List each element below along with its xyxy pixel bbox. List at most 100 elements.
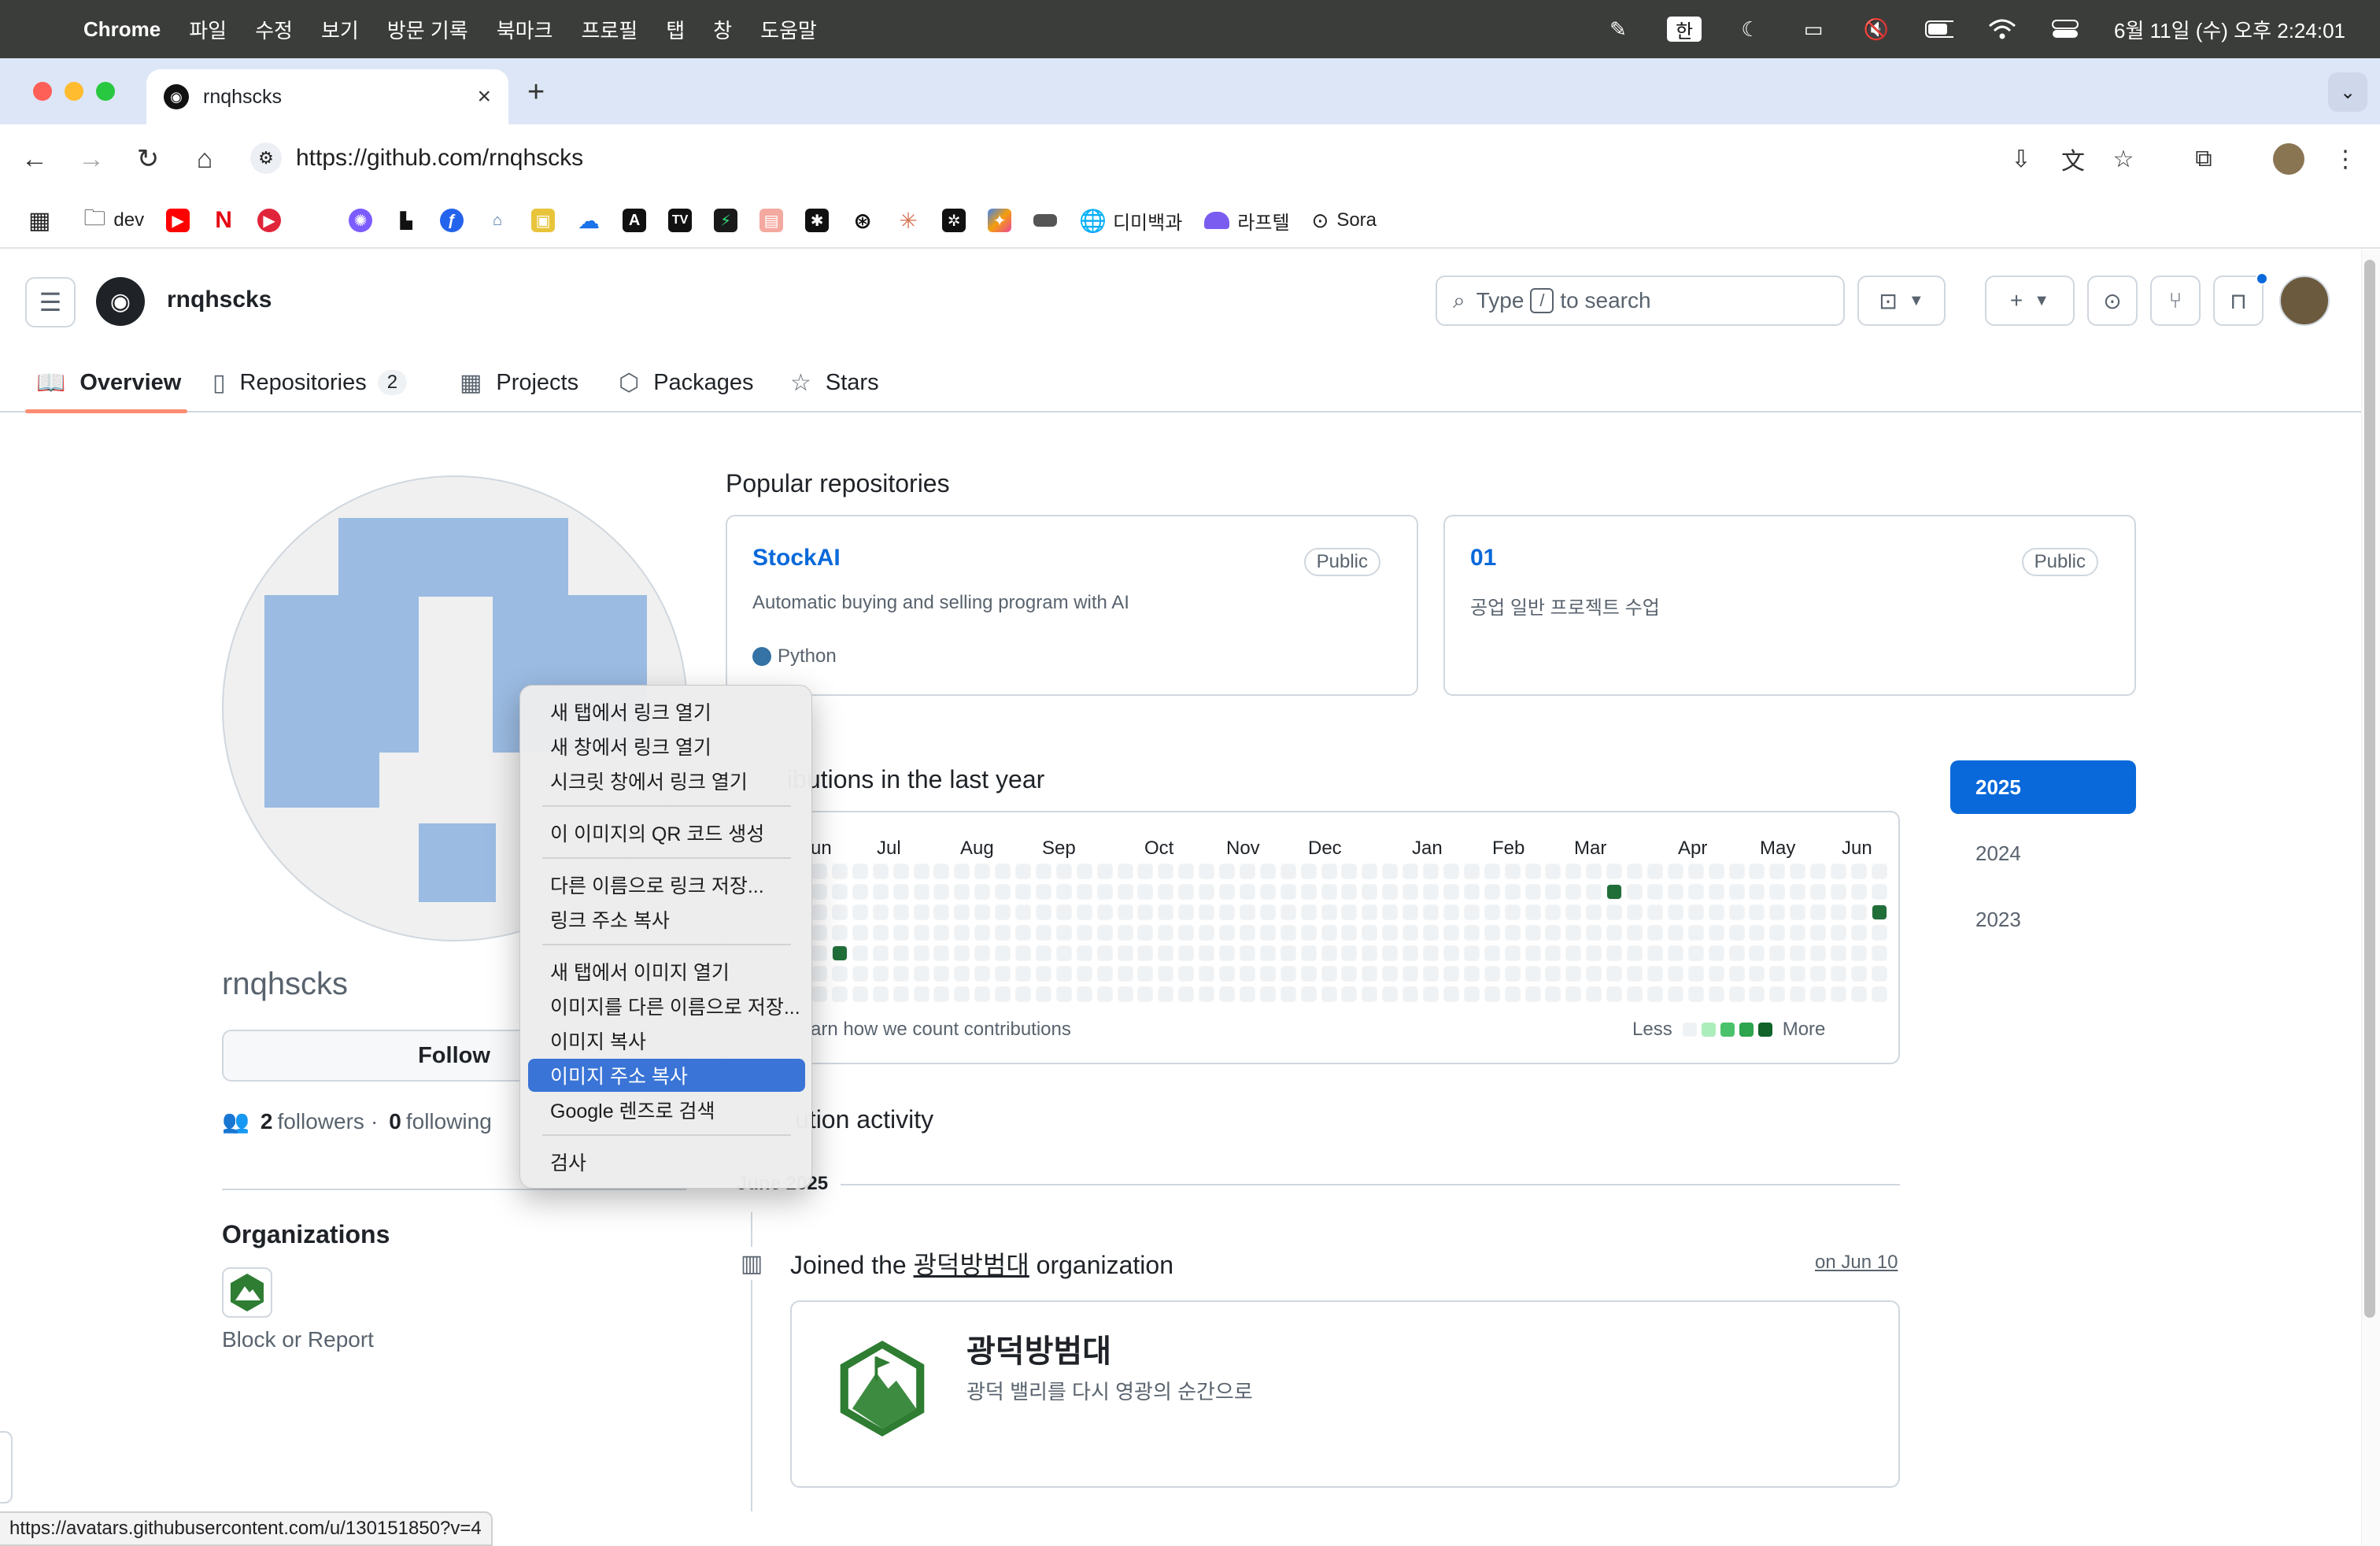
organization-card-name[interactable]: 광덕방범대 [966,1326,1111,1371]
create-new-button[interactable]: + ▼ [1985,276,2075,326]
contribution-day[interactable] [1015,884,1031,900]
contribution-day[interactable] [974,864,991,879]
activity-date-link[interactable]: on Jun 10 [1815,1252,1898,1274]
extensions-icon[interactable]: ⧉ [2186,142,2221,176]
bookmark-dark-bar[interactable] [1033,214,1058,227]
contribution-day[interactable] [1687,945,1704,961]
contribution-day[interactable] [1524,884,1541,900]
contribution-day[interactable] [1423,986,1439,1002]
screen-mirroring-icon[interactable]: ▭ [1799,17,1828,41]
contribution-day[interactable] [1484,884,1500,900]
contribution-day[interactable] [1300,945,1317,961]
contribution-day[interactable] [1586,986,1602,1002]
contribution-day[interactable] [1178,986,1195,1002]
contribution-day[interactable] [852,966,868,982]
contribution-day[interactable] [1708,904,1724,920]
contribution-day[interactable] [1362,966,1378,982]
contribution-day[interactable] [1178,966,1195,982]
contribution-day[interactable] [1137,945,1154,961]
contribution-day[interactable] [1280,945,1296,961]
contribution-day[interactable] [1463,864,1480,879]
contribution-day[interactable] [1402,945,1419,961]
pen-icon[interactable]: ✎ [1604,17,1632,41]
contribution-day[interactable] [1586,945,1602,961]
contribution-day[interactable] [1362,884,1378,900]
contribution-day[interactable] [893,925,909,941]
menu-bookmarks[interactable]: 북마크 [497,15,553,44]
contribution-day[interactable] [1158,986,1174,1002]
contribution-day[interactable] [1749,986,1765,1002]
install-app-icon[interactable]: ⇩ [2004,142,2038,176]
contribution-day[interactable] [1484,966,1500,982]
contribution-day[interactable] [974,904,991,920]
contribution-day[interactable] [1790,864,1806,879]
contribution-day[interactable] [1137,864,1154,879]
contribution-day[interactable] [1606,925,1623,941]
contribution-day[interactable] [1545,945,1561,961]
contribution-day[interactable] [1239,925,1255,941]
contribution-day[interactable] [872,904,889,920]
tab-repositories[interactable]: ▯ Repositories 2 [213,353,408,412]
contribution-day[interactable] [1199,986,1215,1002]
contribution-day[interactable] [831,966,848,982]
contribution-day[interactable] [1810,925,1827,941]
contribution-day[interactable] [995,904,1011,920]
contribution-day[interactable] [1850,986,1867,1002]
contribution-day[interactable] [811,925,827,941]
contribution-day[interactable] [1850,904,1867,920]
contribution-day[interactable] [811,966,827,982]
contribution-day[interactable] [1076,864,1092,879]
contribution-day[interactable] [1545,925,1561,941]
contribution-day[interactable] [1850,925,1867,941]
contribution-day[interactable] [1219,884,1235,900]
contribution-day[interactable] [1096,884,1113,900]
contribution-day[interactable] [1484,864,1500,879]
contribution-day[interactable] [1749,945,1765,961]
contribution-day[interactable] [1076,986,1092,1002]
contribution-day[interactable] [1871,884,1887,900]
contribution-day[interactable] [1382,986,1399,1002]
contribution-day[interactable] [1178,945,1195,961]
menu-save-image-as[interactable]: 이미지를 다른 이름으로 저장... [528,989,805,1023]
contribution-day[interactable] [1871,986,1887,1002]
contribution-day[interactable] [1871,864,1887,879]
bookmark-dimi[interactable]: 🌐 디미백과 [1079,207,1182,235]
contribution-day[interactable] [1219,986,1235,1002]
contribution-day[interactable] [1646,925,1663,941]
contribution-day[interactable] [1769,966,1786,982]
contribution-day[interactable] [1769,945,1786,961]
contribution-day[interactable] [954,966,970,982]
browser-tab[interactable]: ◉ rnqhscks × [146,69,508,124]
contribution-day[interactable] [811,884,827,900]
address-bar[interactable]: ⚙ https://github.com/rnqhscks [239,132,2183,184]
contribution-day[interactable] [1831,864,1846,879]
tab-search-button[interactable]: ⌄ [2328,72,2367,112]
contribution-day[interactable] [1749,904,1765,920]
battery-icon[interactable] [1924,17,1953,41]
url-text[interactable]: https://github.com/rnqhscks [296,145,583,172]
contribution-day[interactable] [1015,986,1031,1002]
chrome-menu-icon[interactable]: ⋮ [2328,142,2363,176]
contribution-day[interactable] [831,986,848,1002]
repo-name-link[interactable]: StockAI [752,545,841,571]
contribution-day[interactable] [1158,945,1174,961]
contribution-day[interactable] [1627,904,1643,920]
contribution-day[interactable] [1565,925,1582,941]
contribution-day[interactable] [1219,966,1235,982]
contribution-day[interactable] [1565,904,1582,920]
contribution-day[interactable] [1484,986,1500,1002]
contribution-day[interactable] [1239,945,1255,961]
contribution-day[interactable] [1259,945,1276,961]
year-button-2023[interactable]: 2023 [1950,893,2136,946]
menu-profile[interactable]: 프로필 [581,15,638,44]
contribution-day[interactable] [1239,986,1255,1002]
contribution-day[interactable] [1178,884,1195,900]
header-username[interactable]: rnqhscks [167,287,272,313]
contribution-day[interactable] [1646,884,1663,900]
contribution-day[interactable] [1199,945,1215,961]
contribution-day[interactable] [1402,925,1419,941]
contribution-day[interactable] [872,884,889,900]
contribution-day[interactable] [1402,986,1419,1002]
contribution-day[interactable] [1117,945,1133,961]
contribution-day[interactable] [1300,864,1317,879]
